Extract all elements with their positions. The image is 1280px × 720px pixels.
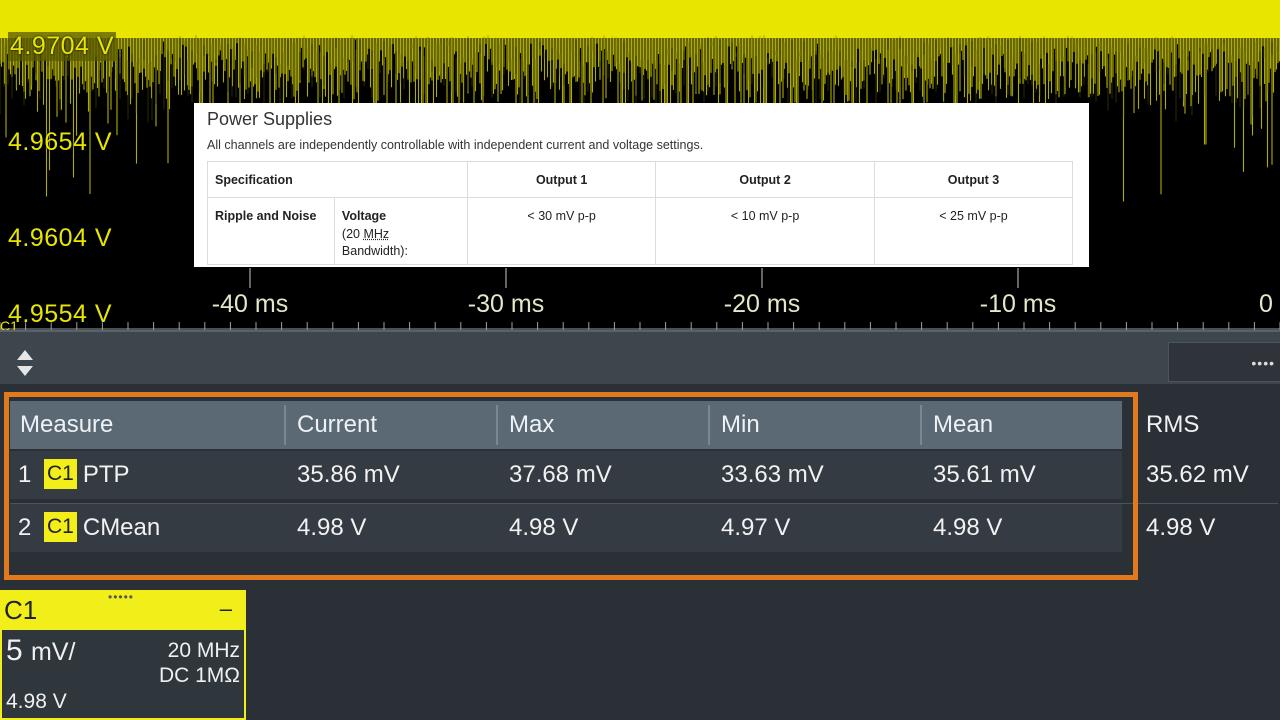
spec-output1-value: < 30 mV p-p: [527, 209, 596, 223]
spec-param-bw: Bandwidth):: [341, 244, 408, 258]
time-label-minus20: -20 ms: [723, 290, 801, 318]
results-header-overflow: RMS: [1132, 401, 1280, 449]
strip-right-handle[interactable]: ••••: [1168, 342, 1280, 382]
bandwidth-coupling: 20 MHz DC 1MΩ: [159, 638, 240, 688]
row2-rms: 4.98 V: [1146, 514, 1216, 541]
minimize-button[interactable]: –: [220, 596, 232, 622]
scale-value: 5: [6, 634, 23, 667]
spec-overlay-card: Power Supplies All channels are independ…: [194, 103, 1089, 267]
spec-param-bold: Voltage: [341, 209, 387, 223]
bandwidth-limit: 20 MHz: [167, 639, 240, 662]
spec-table: Specification Output 1 Output 2 Output 3…: [206, 161, 1073, 265]
spec-row-name: Ripple and Noise: [215, 209, 317, 223]
channel-bar: ••••• C1 – 5 mV/ 20 MHz DC 1MΩ 4.98 V: [0, 590, 1280, 720]
y-axis-label-top: 4.9704 V: [8, 32, 117, 61]
waveform-display[interactable]: 4.9704 V 4.9654 V 4.9604 V 4.9554 V -40 …: [0, 0, 1280, 330]
measurement-results-panel: Measure Current Max Min Mean RMS 1 C1 PTP…: [0, 384, 1280, 590]
header-rms[interactable]: RMS: [1146, 401, 1199, 449]
spec-param-mhz: MHz: [363, 226, 390, 241]
spec-title: Power Supplies: [207, 109, 333, 129]
spec-output2-value: < 10 mV p-p: [730, 209, 800, 223]
vertical-scale: 5 mV/: [6, 634, 75, 668]
more-dots-icon[interactable]: ••••: [1251, 355, 1275, 371]
time-label-minus40: -40 ms: [211, 290, 289, 318]
channel-settings[interactable]: 5 mV/ 20 MHz DC 1MΩ 4.98 V: [2, 630, 244, 718]
spec-header-output1: Output 1: [467, 161, 657, 198]
spec-output1-cell: < 30 mV p-p: [467, 197, 657, 265]
time-label-zero: 0: [1259, 290, 1273, 318]
spec-header-output2: Output 2: [655, 161, 875, 198]
channel-offset: 4.98 V: [6, 690, 67, 713]
spec-row-name-cell: Ripple and Noise: [207, 197, 335, 265]
drag-handle-icon[interactable]: •••••: [108, 590, 134, 604]
spec-output2-cell: < 10 mV p-p: [655, 197, 875, 265]
y-axis-label-2: 4.9654 V: [8, 128, 113, 156]
spec-header-output3: Output 3: [874, 161, 1073, 198]
y-axis-label-3: 4.9604 V: [8, 224, 113, 252]
spec-output3-value: < 25 mV p-p: [939, 209, 1008, 223]
spec-output3-cell: < 25 mV p-p: [874, 197, 1073, 265]
scale-unit: mV/: [31, 638, 76, 666]
resize-updown-icon[interactable]: [14, 348, 36, 378]
row1-rms: 35.62 mV: [1146, 461, 1249, 488]
time-label-minus10: -10 ms: [979, 290, 1057, 318]
coupling-termination: DC 1MΩ: [158, 664, 240, 687]
panel-divider-strip: ••••: [0, 330, 1280, 386]
time-label-minus30: -30 ms: [467, 290, 545, 318]
spec-param-open: (20: [341, 226, 364, 241]
spec-header-specification: Specification: [206, 161, 469, 198]
spec-description: All channels are independently controlla…: [207, 138, 704, 152]
highlight-frame: [4, 392, 1138, 580]
channel-level-marker[interactable]: C1: [0, 318, 34, 330]
channel-1-badge[interactable]: ••••• C1 – 5 mV/ 20 MHz DC 1MΩ 4.98 V: [0, 590, 246, 720]
spec-param-line2: (20 MHz: [342, 226, 460, 244]
channel-name: C1: [4, 595, 38, 625]
spec-param-cell: Voltage (20 MHz Bandwidth):: [333, 197, 469, 265]
